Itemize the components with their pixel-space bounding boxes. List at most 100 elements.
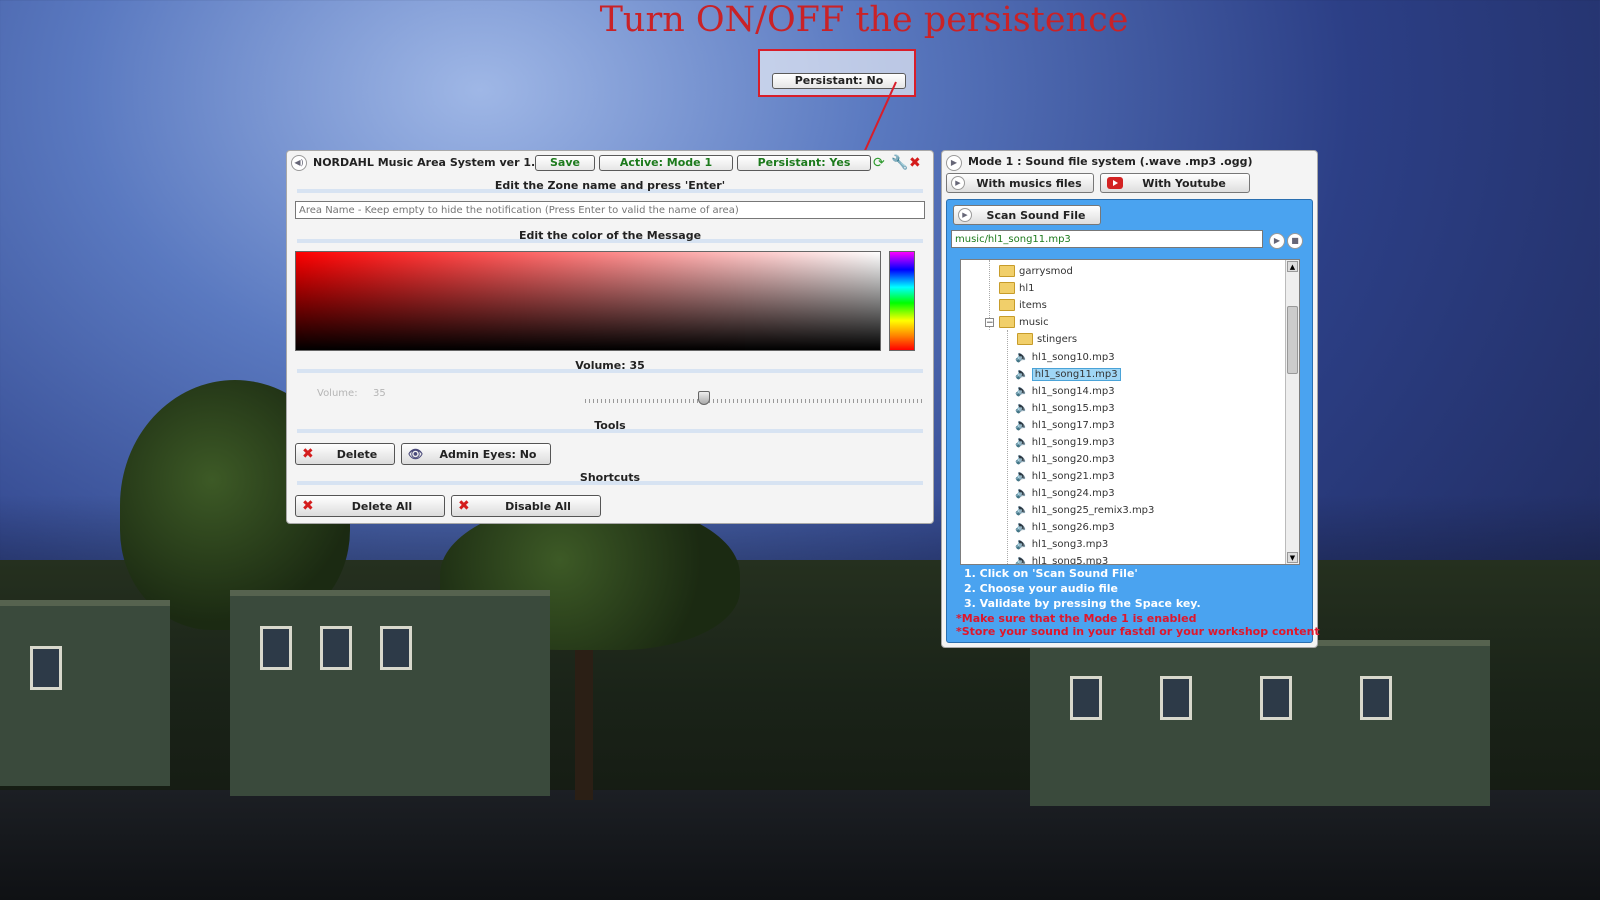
tree-file-item[interactable]: 🔈 hl1_song15.mp3 [1015, 400, 1115, 416]
stop-sound-icon[interactable]: ■ [1287, 233, 1303, 249]
tree-folder-label: stingers [1037, 334, 1078, 345]
tree-file-item[interactable]: 🔈 hl1_song10.mp3 [1015, 349, 1115, 365]
tree-file-label: hl1_song25_remix3.mp3 [1031, 505, 1155, 516]
disable-all-label: Disable All [505, 500, 571, 513]
tab-music-files-label: With musics files [976, 177, 1082, 190]
window-title: NORDAHL Music Area System ver 1.0 [313, 156, 543, 169]
refresh-icon[interactable]: ⟳ [873, 155, 885, 171]
scan-play-icon: ▶ [958, 208, 972, 222]
scroll-down-icon[interactable]: ▼ [1287, 552, 1298, 563]
file-tree[interactable]: garrysmod hl1 items music − stingers 🔈 hl1_song… [960, 259, 1300, 565]
warning-line: *Make sure that the Mode 1 is enabled [956, 612, 1197, 625]
tree-scrollbar[interactable]: ▲ ▼ [1285, 260, 1299, 564]
tree-folder-item[interactable]: garrysmod [999, 264, 1073, 280]
eye-icon: 👁 [408, 447, 424, 461]
audio-file-icon: 🔈 [1015, 537, 1029, 550]
speaker-icon: ◀) [291, 155, 307, 171]
tree-file-item[interactable]: 🔈 hl1_song20.mp3 [1015, 451, 1115, 467]
tree-folder-item[interactable]: music [999, 315, 1049, 331]
persistence-callout-box: Persistant: No [758, 49, 916, 97]
zone-name-input[interactable] [295, 201, 925, 219]
shortcuts-section-label: Shortcuts [579, 471, 641, 484]
sound-path-input[interactable] [951, 230, 1263, 248]
folder-icon [999, 282, 1015, 294]
scan-sound-file-label: Scan Sound File [986, 209, 1086, 222]
persistant-yes-button[interactable]: Persistant: Yes [737, 155, 871, 171]
sound-window-title: Mode 1 : Sound file system (.wave .mp3 .… [968, 155, 1253, 168]
delete-all-button[interactable]: ✖ Delete All [295, 495, 445, 517]
tree-file-item[interactable]: 🔈 hl1_song26.mp3 [1015, 519, 1115, 535]
audio-file-icon: 🔈 [1015, 350, 1029, 363]
tree-file-label: hl1_song10.mp3 [1031, 352, 1115, 363]
tree-file-label: hl1_song17.mp3 [1031, 420, 1115, 431]
audio-file-icon: 🔈 [1015, 486, 1029, 499]
tree-folder-label: hl1 [1019, 283, 1035, 294]
play-circle-icon: ▶ [951, 176, 965, 190]
tree-folder-label: garrysmod [1019, 266, 1073, 277]
tree-file-label: hl1_song19.mp3 [1031, 437, 1115, 448]
tree-file-label: hl1_song26.mp3 [1031, 522, 1115, 533]
tree-file-item[interactable]: 🔈 hl1_song21.mp3 [1015, 468, 1115, 484]
background-house [1030, 640, 1490, 806]
folder-icon [1017, 333, 1033, 345]
tree-file-item[interactable]: 🔈 hl1_song24.mp3 [1015, 485, 1115, 501]
tree-file-item[interactable]: 🔈 hl1_song3.mp3 [1015, 536, 1108, 552]
hue-slider[interactable] [889, 251, 915, 351]
tree-file-item[interactable]: 🔈 hl1_song17.mp3 [1015, 417, 1115, 433]
audio-file-icon: 🔈 [1015, 503, 1029, 516]
tree-file-label: hl1_song5.mp3 [1031, 556, 1109, 565]
audio-file-icon: 🔈 [1015, 520, 1029, 533]
persistant-yes-label: Persistant: Yes [757, 156, 851, 169]
folder-icon [999, 316, 1015, 328]
tree-file-item[interactable]: 🔈 hl1_song5.mp3 [1015, 553, 1109, 565]
admin-eyes-button[interactable]: 👁 Admin Eyes: No [401, 443, 551, 465]
folder-icon [999, 299, 1015, 311]
audio-file-icon: 🔈 [1015, 554, 1029, 565]
color-saturation-field[interactable] [295, 251, 881, 351]
sound-file-window: ▶ Mode 1 : Sound file system (.wave .mp3… [941, 150, 1320, 648]
delete-all-label: Delete All [351, 500, 413, 513]
tree-file-label: hl1_song11.mp3 [1031, 368, 1121, 381]
tree-file-item[interactable]: 🔈 hl1_song11.mp3 [1015, 366, 1121, 382]
tab-youtube-label: With Youtube [1142, 177, 1226, 190]
scroll-thumb[interactable] [1287, 306, 1298, 374]
scan-sound-file-button[interactable]: ▶ Scan Sound File [953, 205, 1101, 225]
volume-label: Volume: [317, 388, 358, 399]
tree-folder-item[interactable]: hl1 [999, 281, 1034, 297]
audio-file-icon: 🔈 [1015, 469, 1029, 482]
collapse-toggle-icon[interactable]: − [985, 318, 994, 328]
tree-file-label: hl1_song20.mp3 [1031, 454, 1115, 465]
close-icon[interactable]: ✖ [909, 155, 921, 171]
volume-slider-knob[interactable] [698, 391, 710, 405]
tree-folder-item[interactable]: items [999, 298, 1047, 314]
youtube-icon [1107, 177, 1123, 189]
tree-file-label: hl1_song14.mp3 [1031, 386, 1115, 397]
tab-with-youtube[interactable]: With Youtube [1100, 173, 1250, 193]
tree-file-item[interactable]: 🔈 hl1_song25_remix3.mp3 [1015, 502, 1154, 518]
tab-with-music-files[interactable]: ▶ With musics files [946, 173, 1094, 193]
tree-file-item[interactable]: 🔈 hl1_song19.mp3 [1015, 434, 1115, 450]
active-mode-button[interactable]: Active: Mode 1 [599, 155, 733, 171]
delete-button[interactable]: ✖ Delete [295, 443, 395, 465]
play-sound-icon[interactable]: ▶ [1269, 233, 1285, 249]
disable-all-x-icon: ✖ [458, 498, 470, 514]
volume-section-label: Volume: 35 [575, 359, 645, 372]
tree-folder-label: music [1019, 317, 1049, 328]
music-area-window: ◀) NORDAHL Music Area System ver 1.0 Sav… [286, 150, 934, 524]
tree-file-label: hl1_song15.mp3 [1031, 403, 1115, 414]
tree-folder-item[interactable]: stingers [1017, 332, 1077, 348]
instruction-line: 2. Choose your audio file [964, 582, 1118, 595]
headline-annotation: Turn ON/OFF the persistence [599, 0, 1129, 40]
persistant-no-label: Persistant: No [794, 74, 884, 87]
wrench-icon[interactable]: 🔧 [891, 155, 908, 171]
disable-all-button[interactable]: ✖ Disable All [451, 495, 601, 517]
background-road [0, 790, 1600, 900]
scroll-up-icon[interactable]: ▲ [1287, 261, 1298, 272]
save-button[interactable]: Save [535, 155, 595, 171]
persistant-no-button[interactable]: Persistant: No [772, 73, 906, 89]
delete-label: Delete [336, 448, 378, 461]
folder-icon [999, 265, 1015, 277]
tree-file-item[interactable]: 🔈 hl1_song14.mp3 [1015, 383, 1115, 399]
volume-slider-track[interactable] [585, 399, 925, 403]
audio-file-icon: 🔈 [1015, 384, 1029, 397]
